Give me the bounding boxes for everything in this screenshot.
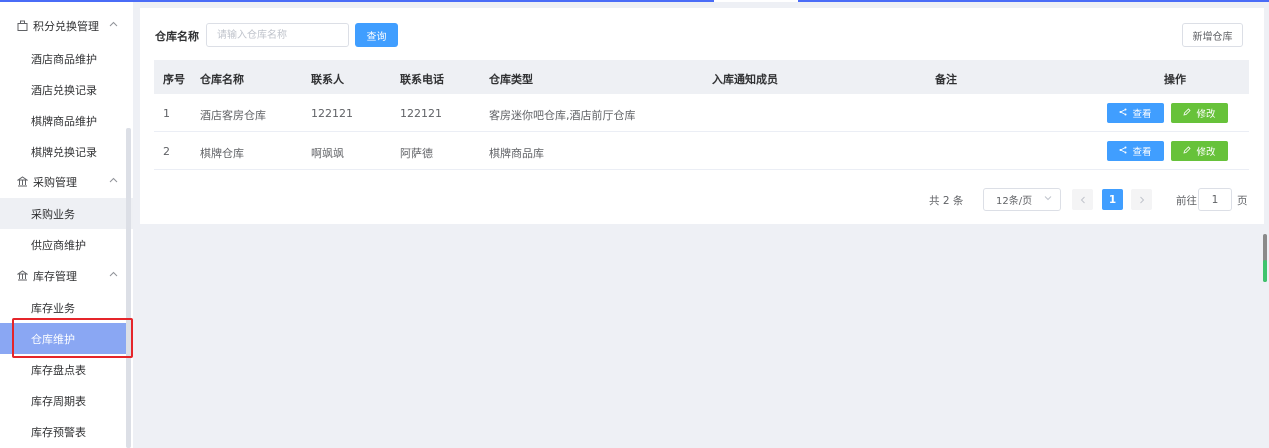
view-button[interactable]: 查看	[1107, 141, 1164, 161]
sidebar-item-chess-exchange-records[interactable]: 棋牌兑换记录	[0, 136, 126, 167]
current-page-button[interactable]: 1	[1102, 189, 1123, 210]
sidebar-item-label: 采购业务	[31, 207, 75, 221]
view-label: 查看	[1132, 147, 1152, 158]
sidebar-item-label: 库存盘点表	[31, 363, 86, 377]
sidebar-item-label: 供应商维护	[31, 238, 86, 252]
edit-button[interactable]: 修改	[1171, 103, 1228, 123]
th-remark: 备注	[935, 73, 957, 86]
sidebar-group-label: 积分兑换管理	[33, 19, 99, 33]
pencil-icon	[1183, 107, 1192, 119]
sidebar-item-hotel-goods[interactable]: 酒店商品维护	[0, 43, 126, 74]
cell-phone: 122121	[400, 107, 442, 120]
bank-icon	[16, 176, 28, 188]
edit-label: 修改	[1196, 109, 1216, 120]
cell-type: 棋牌商品库	[489, 147, 544, 160]
page-size-value: 12条/页	[996, 196, 1033, 207]
pencil-icon	[1183, 145, 1192, 157]
add-warehouse-button[interactable]: 新增仓库	[1182, 23, 1243, 47]
sidebar: 积分兑换管理 酒店商品维护 酒店兑换记录 棋牌商品维护 棋牌兑换记录 采购管理 …	[0, 2, 133, 448]
cell-index: 1	[163, 107, 170, 120]
prev-page-button[interactable]	[1072, 189, 1093, 210]
sidebar-item-label: 棋牌兑换记录	[31, 145, 97, 159]
table-row: 2 棋牌仓库 啊飒飒 阿萨德 棋牌商品库 查看 修改	[154, 132, 1249, 170]
chevron-right-icon	[1139, 196, 1144, 203]
table-row: 1 酒店客房仓库 122121 122121 客房迷你吧仓库,酒店前厅仓库 查看…	[154, 94, 1249, 132]
cell-contact: 122121	[311, 107, 353, 120]
warehouse-name-input[interactable]	[206, 23, 349, 47]
sidebar-item-label: 库存预警表	[31, 425, 86, 439]
chevron-left-icon	[1080, 196, 1085, 203]
goto-suffix: 页	[1237, 195, 1248, 207]
sidebar-item-chess-goods[interactable]: 棋牌商品维护	[0, 105, 126, 136]
top-accent-line	[0, 0, 1269, 2]
sidebar-item-label: 酒店兑换记录	[31, 83, 97, 97]
sidebar-item-hotel-exchange-records[interactable]: 酒店兑换记录	[0, 74, 126, 105]
cell-contact: 啊飒飒	[311, 147, 344, 160]
th-phone: 联系电话	[400, 73, 444, 86]
sidebar-item-stocktake[interactable]: 库存盘点表	[0, 354, 126, 385]
sidebar-item-purchase-business[interactable]: 采购业务	[0, 198, 133, 229]
sidebar-group-purchase[interactable]: 采购管理	[0, 166, 126, 197]
sidebar-group-inventory[interactable]: 库存管理	[0, 260, 126, 291]
view-button[interactable]: 查看	[1107, 103, 1164, 123]
warehouse-table: 序号 仓库名称 联系人 联系电话 仓库类型 入库通知成员 备注 操作 1 酒店客…	[154, 60, 1249, 170]
sidebar-item-inventory-warning[interactable]: 库存预警表	[0, 416, 126, 447]
cell-name: 酒店客房仓库	[200, 109, 266, 122]
sidebar-item-supplier[interactable]: 供应商维护	[0, 229, 126, 260]
share-icon	[1119, 108, 1127, 119]
chevron-up-icon	[109, 270, 119, 280]
sidebar-item-label: 库存周期表	[31, 394, 86, 408]
next-page-button[interactable]	[1131, 189, 1152, 210]
th-index: 序号	[163, 73, 185, 86]
query-button[interactable]: 查询	[355, 23, 398, 47]
chevron-up-icon	[109, 20, 119, 30]
bank-icon	[16, 270, 28, 282]
pagination-total: 共 2 条	[929, 195, 964, 207]
cell-phone: 阿萨德	[400, 147, 433, 160]
th-notify: 入库通知成员	[712, 73, 778, 86]
edit-button[interactable]: 修改	[1171, 141, 1228, 161]
edit-label: 修改	[1196, 147, 1216, 158]
cell-name: 棋牌仓库	[200, 147, 244, 160]
goto-label: 前往	[1176, 195, 1197, 207]
chevron-down-icon	[1044, 194, 1052, 204]
main-card: 仓库名称 查询 新增仓库 序号 仓库名称 联系人 联系电话 仓库类型 入库通知成…	[140, 8, 1264, 224]
sidebar-scrollbar[interactable]	[126, 128, 131, 448]
sidebar-group-points-exchange[interactable]: 积分兑换管理	[0, 10, 126, 41]
cell-type: 客房迷你吧仓库,酒店前厅仓库	[489, 109, 636, 122]
table-header: 序号 仓库名称 联系人 联系电话 仓库类型 入库通知成员 备注 操作	[154, 60, 1249, 94]
goto-page-input[interactable]	[1198, 188, 1232, 211]
th-name: 仓库名称	[200, 73, 244, 86]
gift-icon	[16, 20, 28, 32]
chevron-up-icon	[109, 176, 119, 186]
share-icon	[1119, 146, 1127, 157]
sidebar-item-inventory-cycle[interactable]: 库存周期表	[0, 385, 126, 416]
page-scrollbar[interactable]	[1263, 234, 1267, 282]
search-label: 仓库名称	[155, 30, 199, 43]
sidebar-group-label: 库存管理	[33, 269, 77, 283]
sidebar-item-label: 库存业务	[31, 301, 75, 315]
sidebar-item-label: 棋牌商品维护	[31, 114, 97, 128]
pagination: 共 2 条 12条/页 1 前往 页	[140, 188, 1264, 212]
th-actions: 操作	[1164, 73, 1186, 86]
sidebar-group-label: 采购管理	[33, 175, 77, 189]
cell-index: 2	[163, 145, 170, 158]
sidebar-item-label: 酒店商品维护	[31, 52, 97, 66]
th-contact: 联系人	[311, 73, 344, 86]
highlight-box	[12, 318, 133, 358]
view-label: 查看	[1132, 109, 1152, 120]
th-type: 仓库类型	[489, 73, 533, 86]
page-size-select[interactable]: 12条/页	[983, 188, 1061, 211]
